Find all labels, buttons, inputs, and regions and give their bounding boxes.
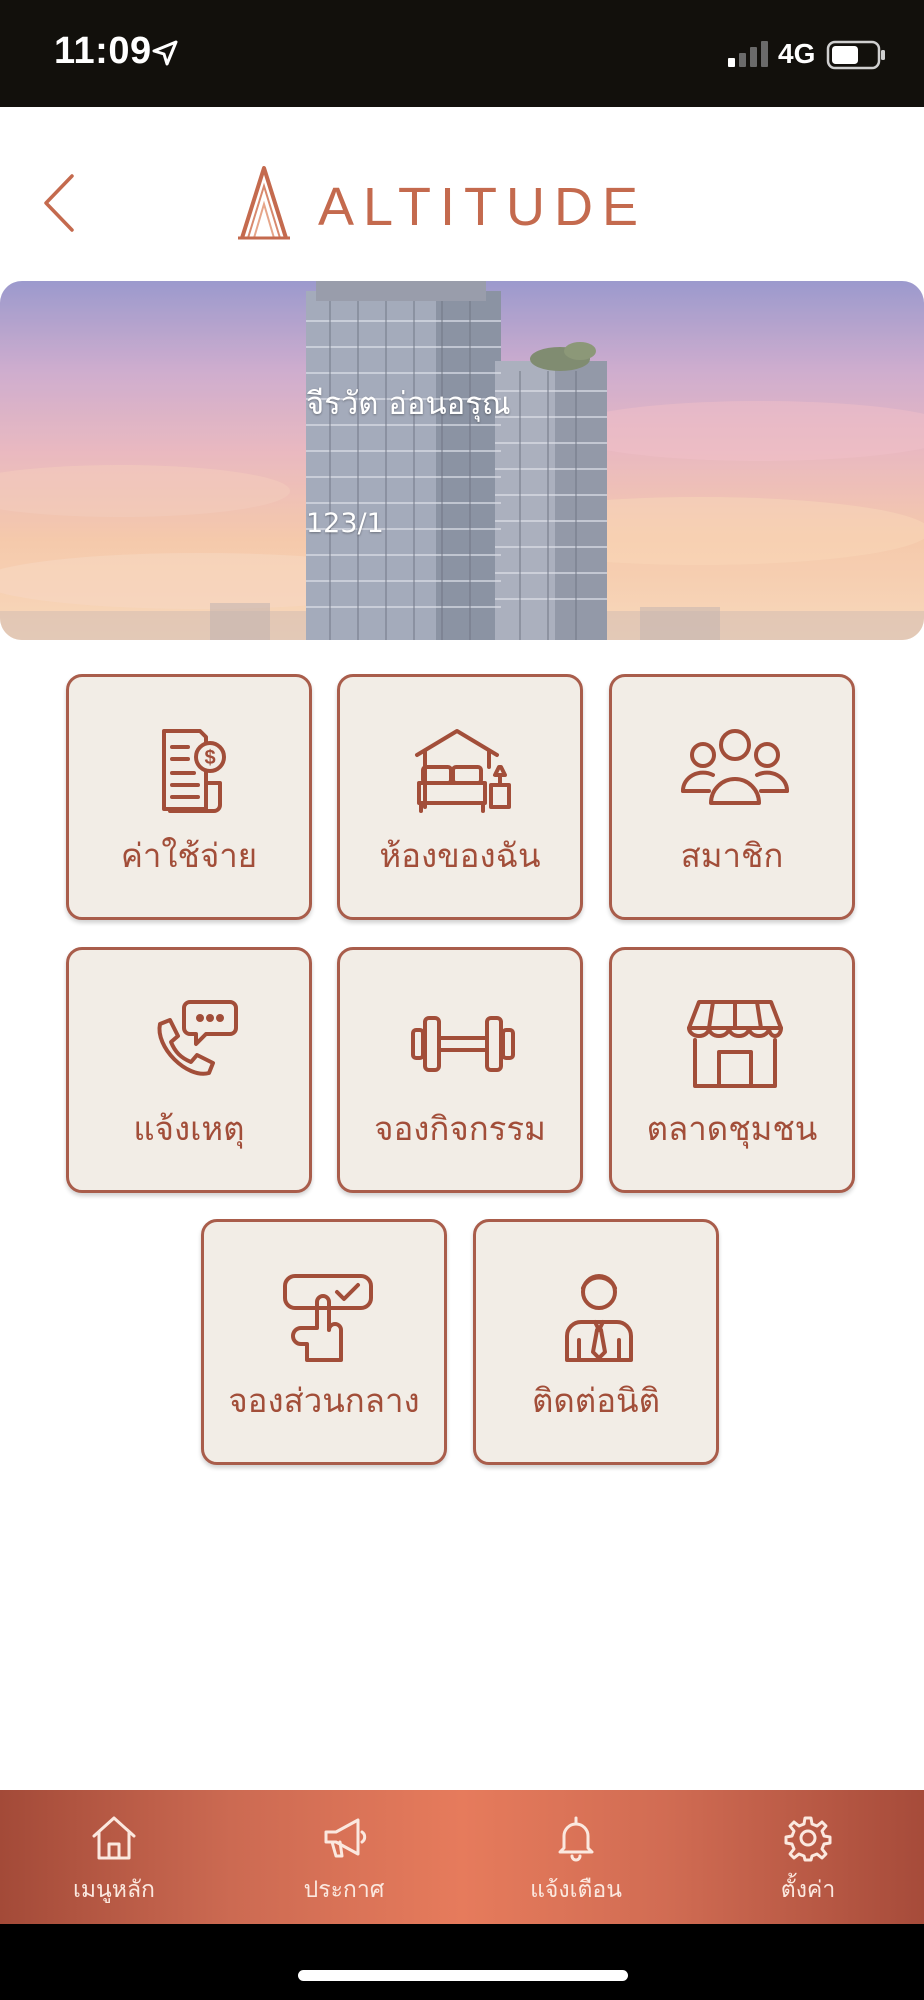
menu-label-my-room: ห้องของฉัน [379, 836, 541, 875]
location-arrow-icon [152, 40, 178, 66]
members-icon [680, 729, 790, 805]
building-illustration [0, 281, 924, 640]
nav-item-settings[interactable]: ตั้งค่า [708, 1790, 908, 1924]
gear-icon [784, 1816, 832, 1862]
resident-name: จีรวัต อ่อนอรุณ [306, 386, 511, 422]
bedroom-icon [415, 729, 511, 813]
phone-chat-icon [157, 1000, 238, 1076]
menu-label-members: สมาชิก [680, 836, 784, 875]
menu-tile-my-room[interactable]: ห้องของฉัน [337, 674, 583, 920]
bill-icon: $ [162, 729, 226, 813]
back-button[interactable] [36, 168, 86, 238]
menu-tile-members[interactable]: สมาชิก [609, 674, 855, 920]
network-type: 4G [778, 38, 816, 69]
nav-label-announcements: ประกาศ [303, 1877, 385, 1903]
status-bar: 11:09 4G [0, 0, 924, 107]
nav-label-home: เมนูหลัก [73, 1877, 155, 1903]
logo-text: ALTITUDE [318, 177, 648, 237]
menu-label-expenses: ค่าใช้จ่าย [120, 836, 258, 875]
bell-icon [558, 1816, 594, 1862]
menu-label-book-activity: จองกิจกรรม [374, 1109, 546, 1148]
nav-item-announcements[interactable]: ประกาศ [244, 1790, 444, 1924]
hand-check-icon [283, 1274, 373, 1362]
staff-icon [565, 1274, 633, 1362]
menu-label-report: แจ้งเหตุ [133, 1109, 245, 1148]
menu-tile-book-common-area[interactable]: จองส่วนกลาง [201, 1219, 447, 1465]
menu-tile-contact-management[interactable]: ติดต่อนิติ [473, 1219, 719, 1465]
home-icon [92, 1816, 136, 1860]
dumbbell-icon [411, 1016, 515, 1072]
menu-tile-expenses[interactable]: $ ค่าใช้จ่าย [66, 674, 312, 920]
nav-label-settings: ตั้งค่า [780, 1877, 836, 1903]
unit-number: 123/1 [306, 508, 384, 539]
battery-icon [826, 40, 885, 70]
megaphone-icon [324, 1818, 367, 1858]
status-time: 11:09 [54, 30, 152, 72]
home-indicator[interactable] [298, 1970, 628, 1981]
menu-tile-book-activity[interactable]: จองกิจกรรม [337, 947, 583, 1193]
home-bar-area [0, 1924, 924, 2000]
svg-text:$: $ [204, 747, 215, 769]
menu-label-book-common-area: จองส่วนกลาง [228, 1381, 420, 1420]
menu-tile-community-market[interactable]: ตลาดชุมชน [609, 947, 855, 1193]
menu-tile-report[interactable]: แจ้งเหตุ [66, 947, 312, 1193]
hero-banner [0, 281, 924, 640]
nav-item-notifications[interactable]: แจ้งเตือน [476, 1790, 676, 1924]
nav-item-home[interactable]: เมนูหลัก [14, 1790, 214, 1924]
menu-label-contact-management: ติดต่อนิติ [531, 1381, 661, 1420]
nav-label-notifications: แจ้งเตือน [530, 1877, 622, 1903]
menu-label-community-market: ตลาดชุมชน [646, 1109, 818, 1148]
storefront-icon [687, 1000, 783, 1088]
bottom-navigation: เมนูหลัก ประกาศ แจ้งเตือน ตั้งค่า [0, 1790, 924, 1924]
signal-icon [728, 41, 768, 67]
